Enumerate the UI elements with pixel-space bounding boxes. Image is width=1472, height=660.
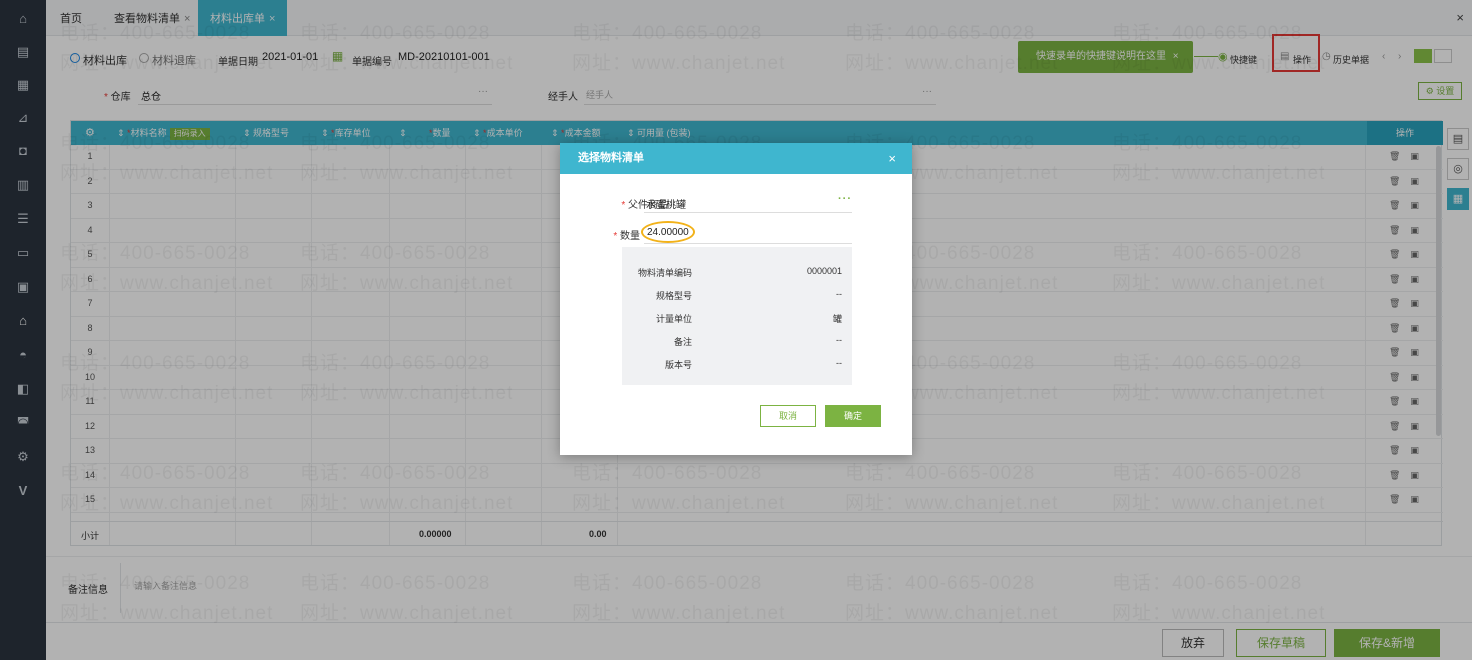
cancel-button[interactable]: 取消 xyxy=(760,405,816,427)
quantity-label: * 数量 xyxy=(613,231,640,242)
info-row: 计量单位罐 xyxy=(655,314,842,324)
info-row: 规格型号 -- xyxy=(655,289,842,301)
select-bom-dialog: 选择物料清单 × * 父件商品 水蜜桃罐 ··· * 数量 24.00000 物… xyxy=(560,143,912,455)
confirm-button[interactable]: 确定 xyxy=(825,405,881,427)
quantity-highlight xyxy=(641,221,695,243)
bom-info-panel: 物料清单编码 0000001 规格型号 -- 计量单位罐 备注 -- 版本号 -- xyxy=(622,247,852,385)
parent-product-value[interactable]: 水蜜桃罐 xyxy=(646,196,686,211)
quantity-underline xyxy=(644,243,852,244)
parent-product-underline xyxy=(644,212,852,213)
info-row: 备注 -- xyxy=(673,335,842,347)
info-row: 物料清单编码 0000001 xyxy=(637,266,842,278)
info-row: 版本号 -- xyxy=(664,358,842,370)
dialog-title: 选择物料清单 xyxy=(560,143,912,174)
parent-product-more-icon[interactable]: ··· xyxy=(838,193,852,205)
close-icon[interactable]: × xyxy=(888,143,896,174)
